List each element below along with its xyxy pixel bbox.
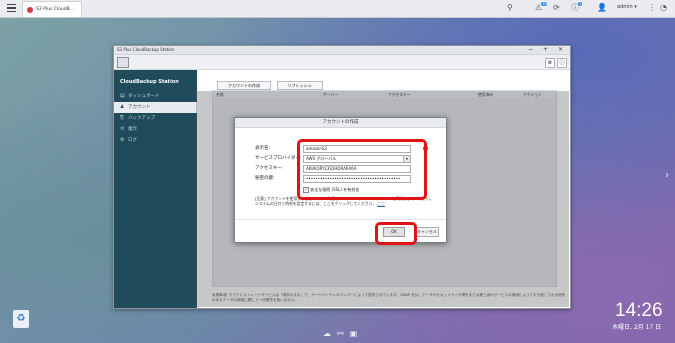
notification-badge: 10 [541,2,548,6]
sidebar-item-label: アカウント [128,105,151,110]
dashboard-gauge-icon[interactable]: ◔ [660,3,667,13]
window-toolbar: ⚙ ⓘ [114,55,570,70]
window-titlebar: S3 Plus CloudBackup Station − + × [114,46,570,55]
app-tab-cloudbackup[interactable]: S3 Plus CloudB... [22,1,82,17]
settings-gear-icon[interactable]: ⚙ [545,58,555,68]
highlight-form-fields [297,139,427,200]
backup-icon: ⎘ [120,115,125,121]
user-avatar-icon: 👤 [597,3,607,12]
dashboard-icon: ▤ [120,93,125,99]
cloud-icon[interactable]: ☁ [323,329,337,338]
cloudbackup-logo-icon [27,6,33,13]
sidebar-item-label: 復元 [128,127,137,132]
sidebar-item-log[interactable]: ⚙ ログ [114,135,197,146]
access-key-label: アクセスキー: [255,166,284,171]
chevron-right-icon[interactable]: › [665,170,669,181]
more-options-icon[interactable]: ⋮ [648,3,656,13]
sidebar-item-label: ログ [128,138,137,143]
sidebar-title: CloudBackup Station [120,79,179,85]
sidebar-item-label: ダッシュボード [128,94,160,99]
cancel-button[interactable]: キャンセル [415,227,439,237]
window-controls[interactable]: − + × [528,46,567,54]
time-settings-link[interactable]: ここ [377,201,385,206]
update-badge: 1 [578,2,583,6]
highlight-ok-button [375,222,417,245]
restore-icon: ⟲ [120,126,125,132]
window-title: S3 Plus CloudBackup Station [117,47,175,52]
create-account-button[interactable]: アカウントの作成 [217,81,271,90]
main-menu-button[interactable] [7,4,16,13]
log-icon: ⚙ [120,137,125,143]
refresh-button[interactable]: リフレッシュ [276,81,323,90]
sidebar: CloudBackup Station ▤ ダッシュボード ♟ アカウント ⎘ … [114,70,197,308]
secret-key-label: 秘密の鍵: [255,176,275,181]
action-button-row: アカウントの作成 リフレッシュ [217,81,327,90]
storage-icon[interactable]: ▣ [350,329,364,338]
app-tab-label: S3 Plus CloudB... [36,7,74,12]
help-icon[interactable]: ⓘ [557,58,567,68]
service-provider-label: サービスプロバイダー: [255,156,302,161]
dock-icons: ☁⚯▣ [323,329,363,338]
taskbar: S3 Plus CloudB... ⚲ ⚠ 10 ⟳ ⓘ 1 👤 admin ▾… [0,0,675,18]
sidebar-item-label: バックアップ [128,116,155,121]
user-menu[interactable]: admin ▾ [617,4,637,10]
sync-icon[interactable]: ⟳ [553,3,560,13]
sidebar-item-account[interactable]: ♟ アカウント [114,102,197,113]
sidebar-item-backup[interactable]: ⎘ バックアップ [114,113,197,124]
dialog-title: アカウントの作成 [235,118,446,128]
sidebar-item-dashboard[interactable]: ▤ ダッシュボード [114,91,197,102]
desktop-date: 木曜日, 2月 17 日 [612,324,662,331]
search-icon[interactable]: ⚲ [507,3,513,13]
display-name-label: 表示名: [255,146,271,151]
home-button[interactable] [117,57,129,68]
sidebar-item-restore[interactable]: ⟲ 復元 [114,124,197,135]
recycle-bin-icon[interactable]: ♻ [13,310,29,328]
desktop-clock: 14:26 [615,300,663,321]
dialog-divider [235,219,446,220]
network-icon[interactable]: ⚯ [337,329,350,338]
user-icon: ♟ [120,104,125,110]
